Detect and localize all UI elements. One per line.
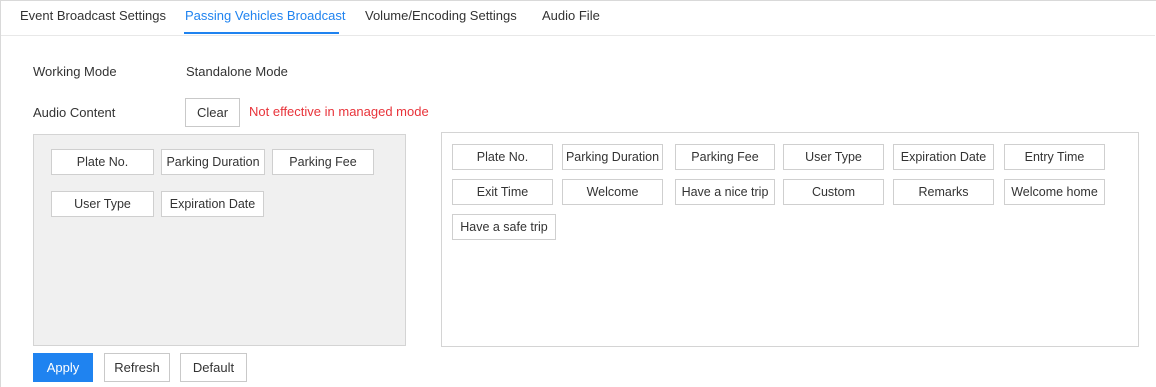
available-item-welcome-home[interactable]: Welcome home (1004, 179, 1105, 205)
available-item-user-type[interactable]: User Type (783, 144, 884, 170)
available-item-have-a-nice-trip[interactable]: Have a nice trip (675, 179, 775, 205)
selected-item-plate-no[interactable]: Plate No. (51, 149, 154, 175)
refresh-button[interactable]: Refresh (104, 353, 170, 382)
tab-passing-vehicles-broadcast[interactable]: Passing Vehicles Broadcast (185, 8, 345, 23)
working-mode-label: Working Mode (33, 64, 117, 79)
selected-item-parking-duration[interactable]: Parking Duration (161, 149, 265, 175)
selected-item-expiration-date[interactable]: Expiration Date (161, 191, 264, 217)
tab-volume-encoding-settings[interactable]: Volume/Encoding Settings (365, 8, 517, 23)
available-item-custom[interactable]: Custom (783, 179, 884, 205)
available-item-parking-fee[interactable]: Parking Fee (675, 144, 775, 170)
working-mode-value: Standalone Mode (186, 64, 288, 79)
selected-item-user-type[interactable]: User Type (51, 191, 154, 217)
tab-event-broadcast-settings[interactable]: Event Broadcast Settings (20, 8, 166, 23)
available-items-panel: Plate No. Parking Duration Parking Fee U… (441, 132, 1139, 347)
selected-item-parking-fee[interactable]: Parking Fee (272, 149, 374, 175)
apply-button[interactable]: Apply (33, 353, 93, 382)
available-item-have-a-safe-trip[interactable]: Have a safe trip (452, 214, 556, 240)
managed-mode-warning: Not effective in managed mode (249, 104, 429, 119)
available-item-entry-time[interactable]: Entry Time (1004, 144, 1105, 170)
default-button[interactable]: Default (180, 353, 247, 382)
available-item-welcome[interactable]: Welcome (562, 179, 663, 205)
available-item-parking-duration[interactable]: Parking Duration (562, 144, 663, 170)
available-item-exit-time[interactable]: Exit Time (452, 179, 553, 205)
selected-items-panel[interactable]: Plate No. Parking Duration Parking Fee U… (33, 134, 406, 346)
tab-bar: Event Broadcast Settings Passing Vehicle… (1, 0, 1155, 36)
available-item-remarks[interactable]: Remarks (893, 179, 994, 205)
clear-button[interactable]: Clear (185, 98, 240, 127)
available-item-plate-no[interactable]: Plate No. (452, 144, 553, 170)
audio-content-label: Audio Content (33, 105, 116, 120)
active-tab-indicator (184, 32, 339, 34)
tab-audio-file[interactable]: Audio File (542, 8, 600, 23)
available-item-expiration-date[interactable]: Expiration Date (893, 144, 994, 170)
